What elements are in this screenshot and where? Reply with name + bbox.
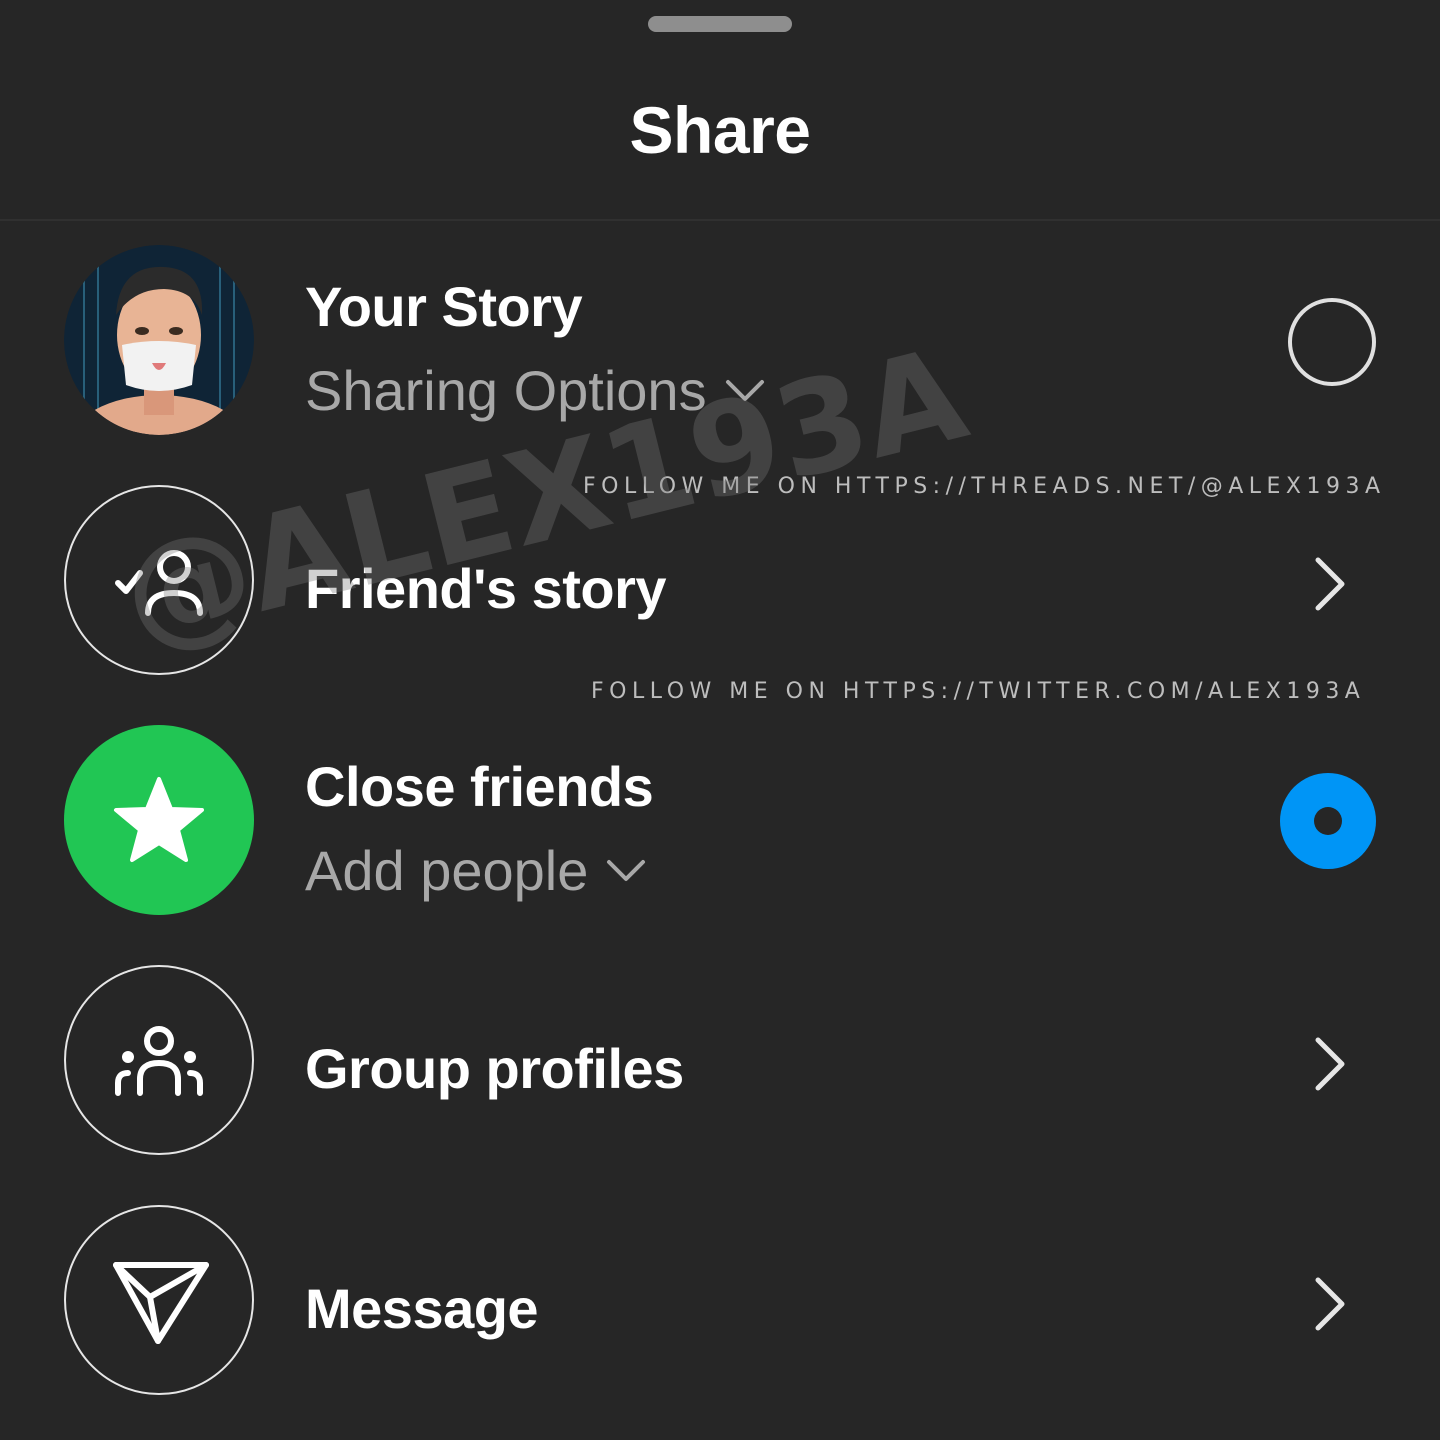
group-profiles-icon-circle: [64, 965, 254, 1155]
star-icon: [114, 777, 204, 862]
chevron-right-icon: [1315, 1277, 1345, 1331]
option-close-friends[interactable]: Close friends Add people: [0, 720, 1440, 920]
chevron-down-icon: [607, 859, 646, 881]
your-story-radio[interactable]: [1288, 298, 1376, 386]
sheet-title: Share: [629, 93, 811, 167]
your-story-label: Your Story: [305, 275, 583, 338]
message-icon-circle: [64, 1205, 254, 1395]
add-people-label: Add people: [305, 839, 589, 902]
avatar: [64, 245, 254, 435]
close-friends-icon-circle: [64, 725, 254, 915]
header-divider: [0, 219, 1440, 221]
chevron-right-icon: [1315, 1037, 1345, 1091]
message-label: Message: [305, 1277, 539, 1340]
option-message[interactable]: Message: [0, 1200, 1440, 1400]
send-icon: [113, 1262, 209, 1344]
chevron-right-icon: [1315, 557, 1345, 611]
add-people-dropdown[interactable]: Add people: [305, 838, 646, 903]
close-friends-label: Close friends: [305, 755, 654, 818]
group-icon: [115, 1026, 203, 1096]
close-friends-radio[interactable]: [1280, 773, 1376, 869]
watermark-twitter: FOLLOW ME ON HTTPS://TWITTER.COM/ALEX193…: [591, 679, 1366, 704]
drag-handle[interactable]: [648, 16, 792, 32]
option-group-profiles[interactable]: Group profiles: [0, 960, 1440, 1160]
group-profiles-label: Group profiles: [305, 1037, 684, 1100]
